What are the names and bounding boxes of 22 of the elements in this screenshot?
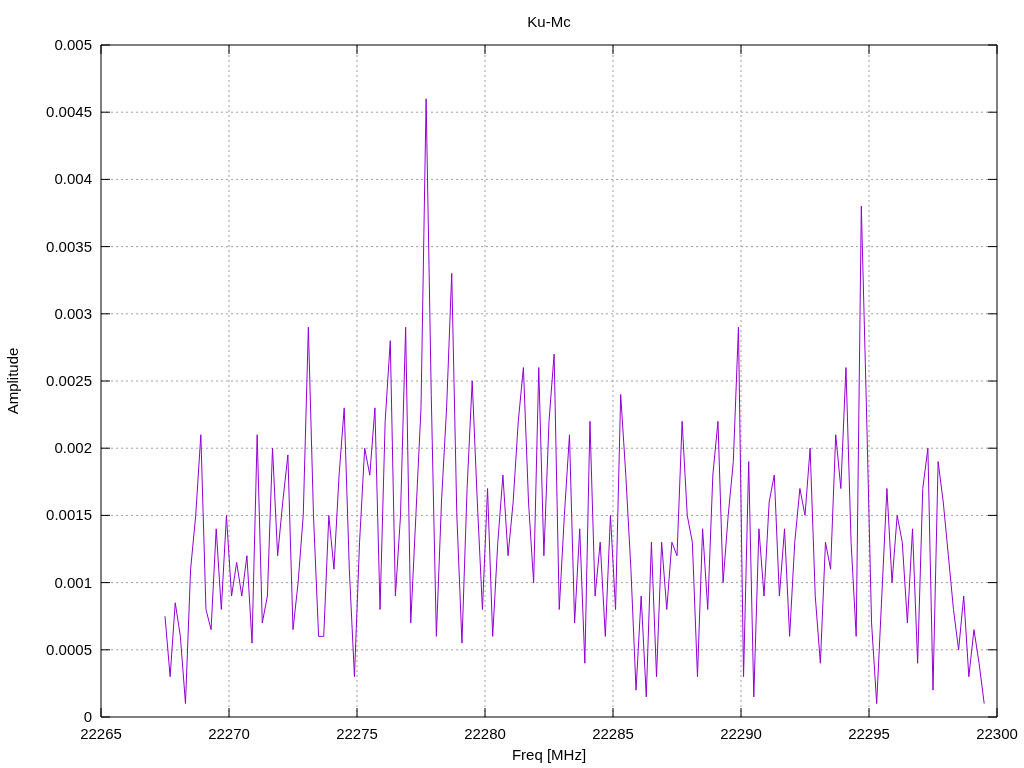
tick-label: 0.005 bbox=[54, 36, 92, 53]
tick-label: 22285 bbox=[592, 725, 634, 742]
tick-label: 0.0025 bbox=[46, 372, 92, 389]
tick-label: 22290 bbox=[720, 725, 762, 742]
chart-title: Ku-Mc bbox=[527, 13, 571, 30]
tick-label: 22270 bbox=[208, 725, 250, 742]
tick-label: 22300 bbox=[976, 725, 1018, 742]
tick-label: 0.0035 bbox=[46, 237, 92, 255]
tick-label: 0.0005 bbox=[46, 640, 92, 658]
tick-label: 0 bbox=[83, 708, 92, 725]
tick-label: 22275 bbox=[336, 725, 378, 742]
tick-label: 22265 bbox=[80, 725, 122, 742]
tick-label: 0.002 bbox=[54, 439, 92, 457]
tick-label: 0.003 bbox=[54, 304, 92, 322]
axis-label: Amplitude bbox=[4, 347, 21, 415]
tick-label: 22295 bbox=[848, 725, 890, 742]
tick-label: 0.001 bbox=[54, 573, 92, 591]
tick-label: 0.0045 bbox=[46, 103, 92, 121]
axis-label: Freq [MHz] bbox=[511, 746, 587, 763]
tick-label: 0.004 bbox=[54, 170, 92, 188]
tick-label: 22280 bbox=[464, 725, 506, 742]
tick-label: 0.0015 bbox=[46, 506, 92, 524]
